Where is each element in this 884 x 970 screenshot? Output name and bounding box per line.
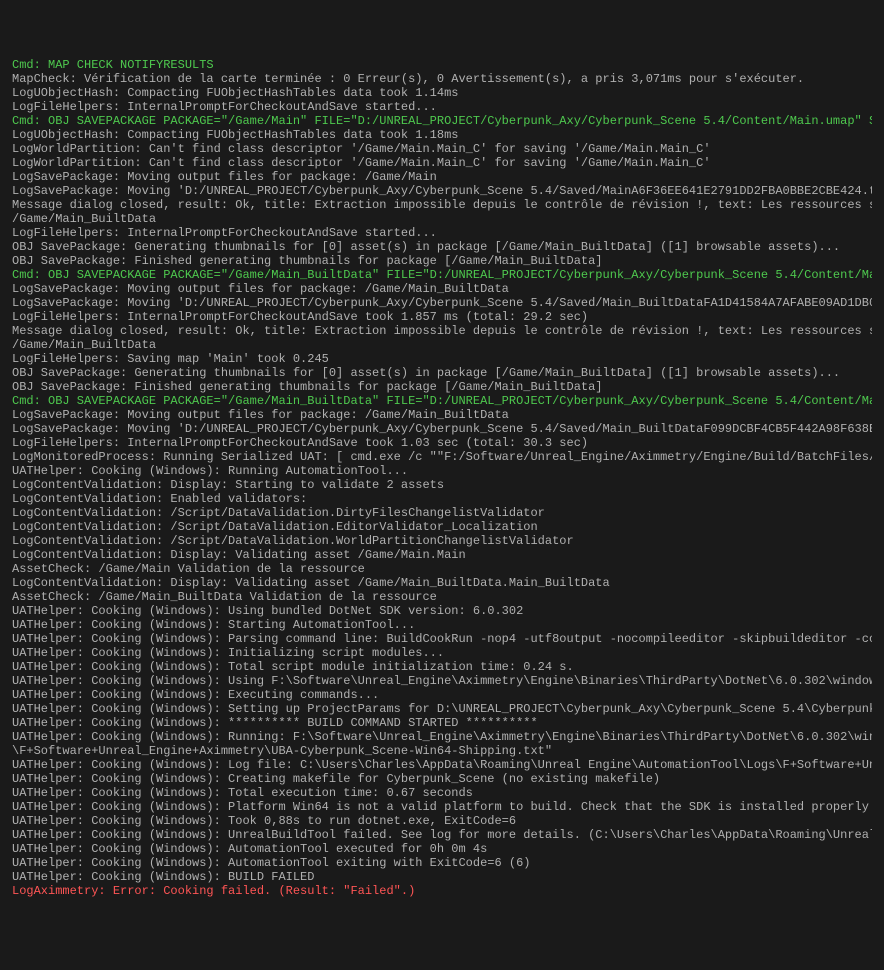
log-line: Message dialog closed, result: Ok, title… bbox=[12, 324, 872, 338]
log-line: LogUObjectHash: Compacting FUObjectHashT… bbox=[12, 86, 872, 100]
log-line: UATHelper: Cooking (Windows): Platform W… bbox=[12, 800, 872, 814]
log-line: LogContentValidation: /Script/DataValida… bbox=[12, 506, 872, 520]
log-line: UATHelper: Cooking (Windows): Running: F… bbox=[12, 730, 872, 744]
log-line: LogSavePackage: Moving 'D:/UNREAL_PROJEC… bbox=[12, 184, 872, 198]
log-line: OBJ SavePackage: Finished generating thu… bbox=[12, 254, 872, 268]
log-line: LogFileHelpers: InternalPromptForCheckou… bbox=[12, 436, 872, 450]
log-line: OBJ SavePackage: Finished generating thu… bbox=[12, 380, 872, 394]
log-line: UATHelper: Cooking (Windows): Log file: … bbox=[12, 758, 872, 772]
log-line: LogFileHelpers: InternalPromptForCheckou… bbox=[12, 310, 872, 324]
log-line: \F+Software+Unreal_Engine+Aximmetry\UBA-… bbox=[12, 744, 872, 758]
log-line: UATHelper: Cooking (Windows): Setting up… bbox=[12, 702, 872, 716]
log-line: /Game/Main_BuiltData bbox=[12, 212, 872, 226]
log-line: UATHelper: Cooking (Windows): Took 0,88s… bbox=[12, 814, 872, 828]
log-line: LogSavePackage: Moving 'D:/UNREAL_PROJEC… bbox=[12, 422, 872, 436]
log-line: Cmd: OBJ SAVEPACKAGE PACKAGE="/Game/Main… bbox=[12, 114, 872, 128]
log-line: OBJ SavePackage: Generating thumbnails f… bbox=[12, 240, 872, 254]
log-line: LogContentValidation: Display: Validatin… bbox=[12, 576, 872, 590]
log-line: UATHelper: Cooking (Windows): Automation… bbox=[12, 856, 872, 870]
log-line: LogSavePackage: Moving 'D:/UNREAL_PROJEC… bbox=[12, 296, 872, 310]
log-line: AssetCheck: /Game/Main Validation de la … bbox=[12, 562, 872, 576]
log-line: LogContentValidation: Enabled validators… bbox=[12, 492, 872, 506]
log-line: LogMonitoredProcess: Running Serialized … bbox=[12, 450, 872, 464]
log-line: Cmd: MAP CHECK NOTIFYRESULTS bbox=[12, 58, 872, 72]
log-line: UATHelper: Cooking (Windows): Automation… bbox=[12, 842, 872, 856]
log-line: LogContentValidation: /Script/DataValida… bbox=[12, 520, 872, 534]
log-line: UATHelper: Cooking (Windows): Total scri… bbox=[12, 660, 872, 674]
log-line: UATHelper: Cooking (Windows): Creating m… bbox=[12, 772, 872, 786]
log-line: UATHelper: Cooking (Windows): **********… bbox=[12, 716, 872, 730]
log-line: LogFileHelpers: InternalPromptForCheckou… bbox=[12, 226, 872, 240]
log-line: UATHelper: Cooking (Windows): Initializi… bbox=[12, 646, 872, 660]
log-line: AssetCheck: /Game/Main_BuiltData Validat… bbox=[12, 590, 872, 604]
log-line: Message dialog closed, result: Ok, title… bbox=[12, 198, 872, 212]
log-output: Cmd: MAP CHECK NOTIFYRESULTSMapCheck: Vé… bbox=[12, 58, 872, 898]
log-line: LogUObjectHash: Compacting FUObjectHashT… bbox=[12, 128, 872, 142]
log-line: UATHelper: Cooking (Windows): Running Au… bbox=[12, 464, 872, 478]
log-line: LogFileHelpers: Saving map 'Main' took 0… bbox=[12, 352, 872, 366]
log-line: LogWorldPartition: Can't find class desc… bbox=[12, 156, 872, 170]
log-line: Cmd: OBJ SAVEPACKAGE PACKAGE="/Game/Main… bbox=[12, 268, 872, 282]
log-line: LogSavePackage: Moving output files for … bbox=[12, 408, 872, 422]
log-line: LogSavePackage: Moving output files for … bbox=[12, 170, 872, 184]
log-line: /Game/Main_BuiltData bbox=[12, 338, 872, 352]
log-line: LogContentValidation: /Script/DataValida… bbox=[12, 534, 872, 548]
log-line: UATHelper: Cooking (Windows): Total exec… bbox=[12, 786, 872, 800]
log-line: LogSavePackage: Moving output files for … bbox=[12, 282, 872, 296]
log-line: LogContentValidation: Display: Starting … bbox=[12, 478, 872, 492]
log-line: UATHelper: Cooking (Windows): Starting A… bbox=[12, 618, 872, 632]
log-line: UATHelper: Cooking (Windows): Parsing co… bbox=[12, 632, 872, 646]
log-line: LogWorldPartition: Can't find class desc… bbox=[12, 142, 872, 156]
log-line: UATHelper: Cooking (Windows): Using bund… bbox=[12, 604, 872, 618]
log-line: UATHelper: Cooking (Windows): BUILD FAIL… bbox=[12, 870, 872, 884]
log-line: LogFileHelpers: InternalPromptForCheckou… bbox=[12, 100, 872, 114]
log-line: MapCheck: Vérification de la carte termi… bbox=[12, 72, 872, 86]
log-line: UATHelper: Cooking (Windows): Using F:\S… bbox=[12, 674, 872, 688]
log-line: UATHelper: Cooking (Windows): Executing … bbox=[12, 688, 872, 702]
log-line: OBJ SavePackage: Generating thumbnails f… bbox=[12, 366, 872, 380]
log-line: LogAximmetry: Error: Cooking failed. (Re… bbox=[12, 884, 872, 898]
log-line: UATHelper: Cooking (Windows): UnrealBuil… bbox=[12, 828, 872, 842]
log-line: Cmd: OBJ SAVEPACKAGE PACKAGE="/Game/Main… bbox=[12, 394, 872, 408]
log-line: LogContentValidation: Display: Validatin… bbox=[12, 548, 872, 562]
